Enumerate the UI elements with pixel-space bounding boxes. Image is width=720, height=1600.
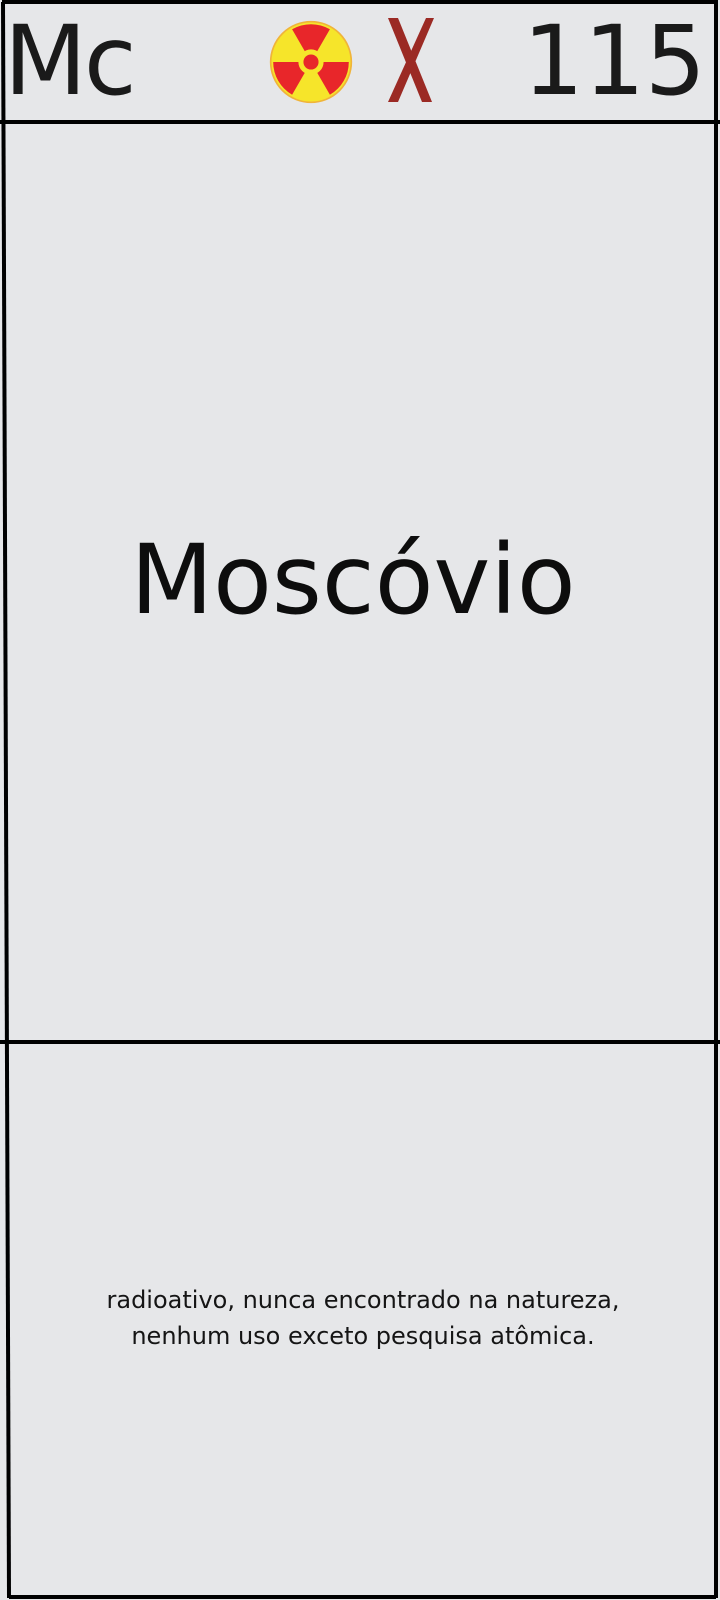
element-symbol: Mc — [4, 5, 137, 117]
radioactive-icon — [269, 20, 353, 104]
element-description: radioativo, nunca encontrado na natureza… — [20, 1282, 706, 1354]
x-mark-icon — [388, 18, 434, 102]
description-line-1: radioativo, nunca encontrado na natureza… — [106, 1286, 620, 1314]
atomic-number: 115 — [522, 5, 706, 117]
description-line-2: nenhum uso exceto pesquisa atômica. — [131, 1322, 595, 1350]
element-name: Moscóvio — [130, 524, 576, 636]
element-card: Mc 115 Moscóvio radioativo, nunca encont… — [0, 0, 720, 1600]
card-frame — [0, 0, 720, 1599]
